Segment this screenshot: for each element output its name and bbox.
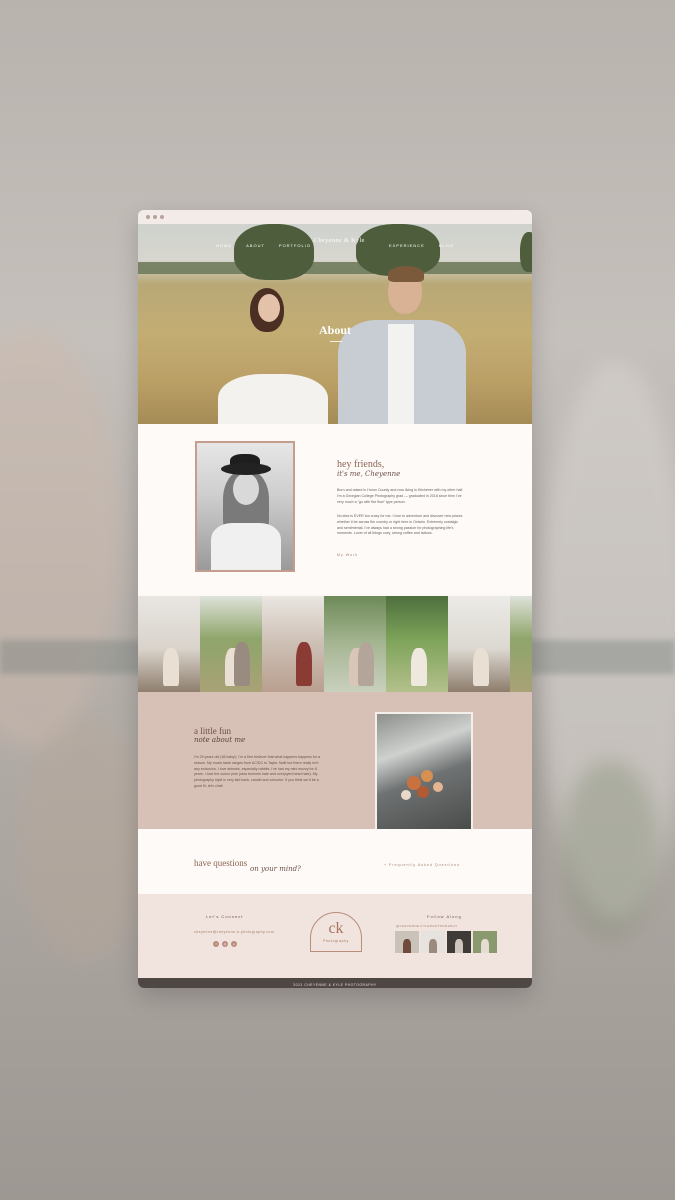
questions-heading: have questions: [194, 858, 248, 868]
hero-tree: [234, 224, 314, 280]
logo-wordmark: Photography: [323, 939, 349, 943]
gallery-figure: [162, 648, 179, 686]
nav-home[interactable]: Home: [216, 243, 232, 248]
questions-subheading: on your mind?: [250, 865, 301, 873]
connect-heading: Let's Connect: [206, 914, 244, 919]
window-dot[interactable]: [153, 215, 157, 219]
bouquet-flower: [421, 770, 433, 782]
instagram-icon[interactable]: ◎: [222, 941, 228, 947]
bouquet-flower: [417, 786, 429, 798]
browser-window: Home About Portfolio Experience Blog Che…: [138, 210, 532, 988]
site-logo[interactable]: Cheyenne & Kyle: [314, 238, 365, 244]
gallery-figure: [296, 642, 313, 686]
instagram-thumb[interactable]: [447, 931, 471, 953]
bride-face: [258, 294, 280, 322]
questions-section: have questions on your mind? + Frequentl…: [138, 829, 532, 894]
copyright-bar: 2021 CHEYENNE & KYLE PHOTOGRAPHY: [138, 978, 532, 988]
intro-name: it's me, Cheyenne: [337, 470, 401, 478]
follow-heading: Follow Along: [427, 914, 462, 919]
gallery-photo[interactable]: [138, 596, 201, 692]
footer-logo[interactable]: ck Photography: [310, 912, 362, 952]
nav-blog[interactable]: Blog: [439, 243, 454, 248]
gallery-photo[interactable]: [200, 596, 263, 692]
instagram-feed: [395, 931, 497, 953]
hero-tree: [520, 232, 532, 272]
social-links: f ◎ p: [213, 941, 237, 947]
gallery-photo[interactable]: [324, 596, 387, 692]
facts-subtitle: note about me: [194, 736, 246, 744]
gallery-photo[interactable]: [386, 596, 449, 692]
nav-experience[interactable]: Experience: [389, 243, 425, 248]
gallery-photo[interactable]: [262, 596, 325, 692]
pinterest-icon[interactable]: p: [231, 941, 237, 947]
bouquet-photo: [375, 712, 473, 840]
photo-gallery: [138, 596, 532, 692]
groom-shirt: [388, 324, 414, 424]
faq-link[interactable]: + Frequently Asked Questions: [384, 863, 460, 867]
gallery-photo[interactable]: [510, 596, 532, 692]
instagram-thumb[interactable]: [421, 931, 445, 953]
my-work-link[interactable]: My Work: [337, 553, 358, 557]
fun-facts-section: a little fun note about me I'm 25 years …: [138, 692, 532, 840]
facts-paragraph: I'm 25 years old (98 baby!). I'm a firm …: [194, 755, 321, 788]
portrait-shirt: [211, 523, 281, 570]
instagram-thumb[interactable]: [473, 931, 497, 953]
groom-hair: [388, 266, 424, 282]
intro-paragraph: No idea is EVER too crazy for me. I love…: [337, 514, 463, 536]
logo-mark: ck: [328, 920, 344, 937]
facebook-icon[interactable]: f: [213, 941, 219, 947]
bouquet-flower: [401, 790, 411, 800]
gallery-figure: [358, 642, 375, 686]
title-underline: [330, 341, 342, 342]
window-titlebar: [138, 210, 532, 224]
gallery-figure: [411, 648, 427, 686]
portrait-photo: [195, 441, 295, 572]
page-title: About: [318, 323, 351, 337]
bouquet-flower: [433, 782, 443, 792]
bride-figure: [218, 374, 328, 424]
copyright-text: 2021 CHEYENNE & KYLE PHOTOGRAPHY: [293, 983, 377, 987]
window-dot[interactable]: [160, 215, 164, 219]
instagram-thumb[interactable]: [395, 931, 419, 953]
nav-about[interactable]: About: [246, 243, 265, 248]
gallery-figure: [473, 648, 490, 686]
gallery-figure: [234, 642, 251, 686]
facts-title: a little fun: [194, 726, 231, 736]
intro-paragraph: Born and raised in Huron County and now …: [337, 488, 464, 504]
contact-email[interactable]: cheyenne@cheyenne-k-photography.com: [194, 930, 274, 934]
intro-section: hey friends, it's me, Cheyenne Born and …: [138, 424, 532, 594]
portrait-face: [233, 473, 259, 505]
nav-portfolio[interactable]: Portfolio: [279, 243, 311, 248]
hero-treeline: [138, 262, 532, 274]
gallery-photo[interactable]: [448, 596, 511, 692]
hero-section: Home About Portfolio Experience Blog Che…: [138, 224, 532, 424]
instagram-handle[interactable]: @CHEYENNE.KYLEPHOTOGRAPHY: [396, 924, 458, 928]
window-dot[interactable]: [146, 215, 150, 219]
intro-greeting: hey friends,: [337, 459, 385, 470]
site-footer: Let's Connect cheyenne@cheyenne-k-photog…: [138, 894, 532, 978]
portrait-hat-brim: [221, 463, 271, 475]
